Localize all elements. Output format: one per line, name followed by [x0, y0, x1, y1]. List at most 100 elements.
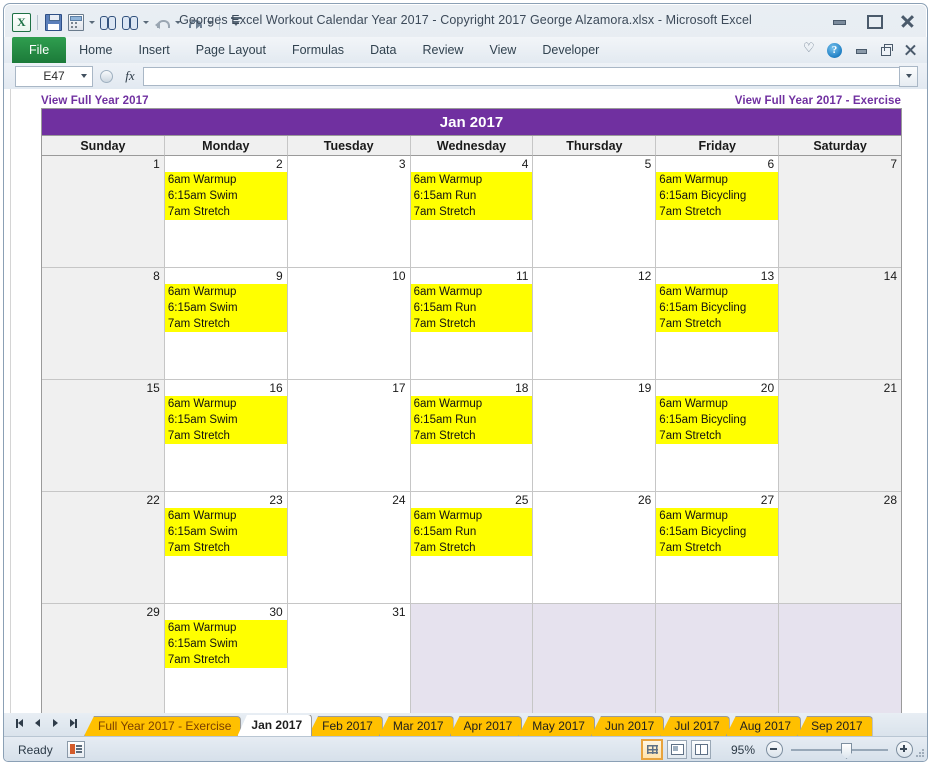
- sheet-tab[interactable]: Feb 2017: [308, 716, 383, 736]
- calendar-day-cell[interactable]: 4 6am Warmup 6:15am Run 7am Stretch: [410, 156, 534, 268]
- workout-event[interactable]: 6am Warmup: [656, 172, 779, 188]
- formula-input[interactable]: [143, 66, 899, 86]
- calendar-day-cell[interactable]: 19: [533, 380, 657, 492]
- calendar-day-cell[interactable]: 6 6am Warmup 6:15am Bicycling 7am Stretch: [656, 156, 780, 268]
- workout-event[interactable]: 6:15am Run: [410, 300, 533, 316]
- calendar-day-cell[interactable]: 25 6am Warmup 6:15am Run 7am Stretch: [410, 492, 534, 604]
- tab-review[interactable]: Review: [409, 37, 476, 63]
- calendar-day-cell[interactable]: 8: [42, 268, 165, 380]
- sheet-tab[interactable]: Jul 2017: [660, 716, 730, 736]
- calendar-day-cell[interactable]: 26: [533, 492, 657, 604]
- calendar-day-cell[interactable]: 24: [287, 492, 411, 604]
- workout-event[interactable]: 6am Warmup: [656, 396, 779, 412]
- calendar-day-cell[interactable]: [533, 604, 657, 713]
- sheet-tab[interactable]: Mar 2017: [378, 716, 454, 736]
- zoom-in-icon[interactable]: [896, 741, 913, 758]
- workout-event[interactable]: 7am Stretch: [164, 540, 287, 556]
- view-full-year-exercise-link[interactable]: View Full Year 2017 - Exercise: [735, 95, 901, 107]
- minimize-ribbon-icon[interactable]: [803, 40, 816, 57]
- workout-event[interactable]: 6:15am Bicycling: [656, 300, 779, 316]
- workout-event[interactable]: 6:15am Bicycling: [656, 524, 779, 540]
- calendar-day-cell[interactable]: [410, 604, 534, 713]
- calendar-day-cell[interactable]: 29: [42, 604, 165, 713]
- page-break-preview-icon[interactable]: [691, 740, 711, 759]
- tab-view[interactable]: View: [476, 37, 529, 63]
- name-box-dropdown-icon[interactable]: [81, 73, 87, 78]
- calendar-day-cell[interactable]: 9 6am Warmup 6:15am Swim 7am Stretch: [164, 268, 288, 380]
- calendar-day-cell[interactable]: 30 6am Warmup 6:15am Swim 7am Stretch: [164, 604, 288, 713]
- workout-event[interactable]: 6am Warmup: [164, 284, 287, 300]
- calendar-day-cell[interactable]: 1: [42, 156, 165, 268]
- next-sheet-icon[interactable]: [50, 718, 60, 729]
- tab-developer[interactable]: Developer: [529, 37, 612, 63]
- workout-event[interactable]: 6:15am Run: [410, 524, 533, 540]
- view-full-year-link[interactable]: View Full Year 2017: [41, 95, 149, 107]
- workout-event[interactable]: 7am Stretch: [164, 652, 287, 668]
- calendar-day-cell[interactable]: 7: [779, 156, 902, 268]
- workout-event[interactable]: 6:15am Run: [410, 412, 533, 428]
- calendar-day-cell[interactable]: 28: [779, 492, 902, 604]
- workout-event[interactable]: 6:15am Swim: [164, 412, 287, 428]
- tab-file[interactable]: File: [12, 37, 67, 63]
- workout-event[interactable]: 6:15am Swim: [164, 636, 287, 652]
- zoom-slider[interactable]: [791, 742, 888, 759]
- workbook-close-icon[interactable]: [903, 44, 918, 57]
- first-sheet-icon[interactable]: [16, 718, 26, 729]
- help-icon[interactable]: ?: [827, 42, 842, 58]
- workout-event[interactable]: 6am Warmup: [410, 172, 533, 188]
- sheet-tab[interactable]: Sep 2017: [797, 716, 873, 736]
- calendar-day-cell[interactable]: 21: [779, 380, 902, 492]
- zoom-out-icon[interactable]: [766, 741, 783, 758]
- tab-formulas[interactable]: Formulas: [279, 37, 357, 63]
- close-icon[interactable]: [897, 14, 917, 28]
- normal-view-icon[interactable]: [641, 739, 663, 760]
- workout-event[interactable]: 6am Warmup: [164, 508, 287, 524]
- calendar-day-cell[interactable]: 5: [533, 156, 657, 268]
- sheet-tab[interactable]: May 2017: [518, 716, 595, 736]
- workout-event[interactable]: 6:15am Bicycling: [656, 188, 779, 204]
- zoom-slider-thumb[interactable]: [841, 743, 852, 759]
- workout-event[interactable]: 6:15am Run: [410, 188, 533, 204]
- workbook-minimize-icon[interactable]: [853, 44, 867, 57]
- calendar-day-cell[interactable]: 10: [287, 268, 411, 380]
- calendar-day-cell[interactable]: 16 6am Warmup 6:15am Swim 7am Stretch: [164, 380, 288, 492]
- workout-event[interactable]: 7am Stretch: [656, 540, 779, 556]
- calendar-day-cell[interactable]: 14: [779, 268, 902, 380]
- workout-event[interactable]: 6:15am Swim: [164, 300, 287, 316]
- sheet-tab[interactable]: Aug 2017: [725, 716, 802, 736]
- calendar-day-cell[interactable]: 23 6am Warmup 6:15am Swim 7am Stretch: [164, 492, 288, 604]
- workout-event[interactable]: 7am Stretch: [656, 316, 779, 332]
- calendar-day-cell[interactable]: 22: [42, 492, 165, 604]
- name-box[interactable]: E47: [15, 65, 93, 87]
- workout-event[interactable]: 6am Warmup: [410, 284, 533, 300]
- calendar-day-cell[interactable]: 11 6am Warmup 6:15am Run 7am Stretch: [410, 268, 534, 380]
- workout-event[interactable]: 7am Stretch: [410, 316, 533, 332]
- workout-event[interactable]: 7am Stretch: [410, 204, 533, 220]
- zoom-level[interactable]: 95%: [725, 743, 755, 757]
- sheet-tab[interactable]: Jun 2017: [590, 716, 665, 736]
- calendar-day-cell[interactable]: 3: [287, 156, 411, 268]
- workout-event[interactable]: 7am Stretch: [164, 428, 287, 444]
- insert-function-icon[interactable]: fx: [117, 68, 143, 84]
- workout-event[interactable]: 7am Stretch: [164, 316, 287, 332]
- record-macro-icon[interactable]: [66, 741, 85, 758]
- calendar-day-cell[interactable]: 15: [42, 380, 165, 492]
- minimize-icon[interactable]: [829, 14, 849, 28]
- workout-event[interactable]: 6am Warmup: [656, 284, 779, 300]
- last-sheet-icon[interactable]: [67, 718, 77, 729]
- workout-event[interactable]: 6am Warmup: [410, 396, 533, 412]
- calendar-day-cell[interactable]: 2 6am Warmup 6:15am Swim 7am Stretch: [164, 156, 288, 268]
- calendar-day-cell[interactable]: 18 6am Warmup 6:15am Run 7am Stretch: [410, 380, 534, 492]
- workout-event[interactable]: 6:15am Bicycling: [656, 412, 779, 428]
- calendar-day-cell[interactable]: 27 6am Warmup 6:15am Bicycling 7am Stretch: [656, 492, 780, 604]
- tab-page-layout[interactable]: Page Layout: [183, 37, 279, 63]
- workout-event[interactable]: 6am Warmup: [164, 172, 287, 188]
- sheet-tab[interactable]: Jan 2017: [237, 715, 313, 736]
- tab-data[interactable]: Data: [357, 37, 409, 63]
- workout-event[interactable]: 6:15am Swim: [164, 524, 287, 540]
- workout-event[interactable]: 6:15am Swim: [164, 188, 287, 204]
- workbook-restore-icon[interactable]: [878, 43, 893, 57]
- calendar-day-cell[interactable]: 13 6am Warmup 6:15am Bicycling 7am Stretch: [656, 268, 780, 380]
- calendar-day-cell[interactable]: 12: [533, 268, 657, 380]
- workout-event[interactable]: 6am Warmup: [656, 508, 779, 524]
